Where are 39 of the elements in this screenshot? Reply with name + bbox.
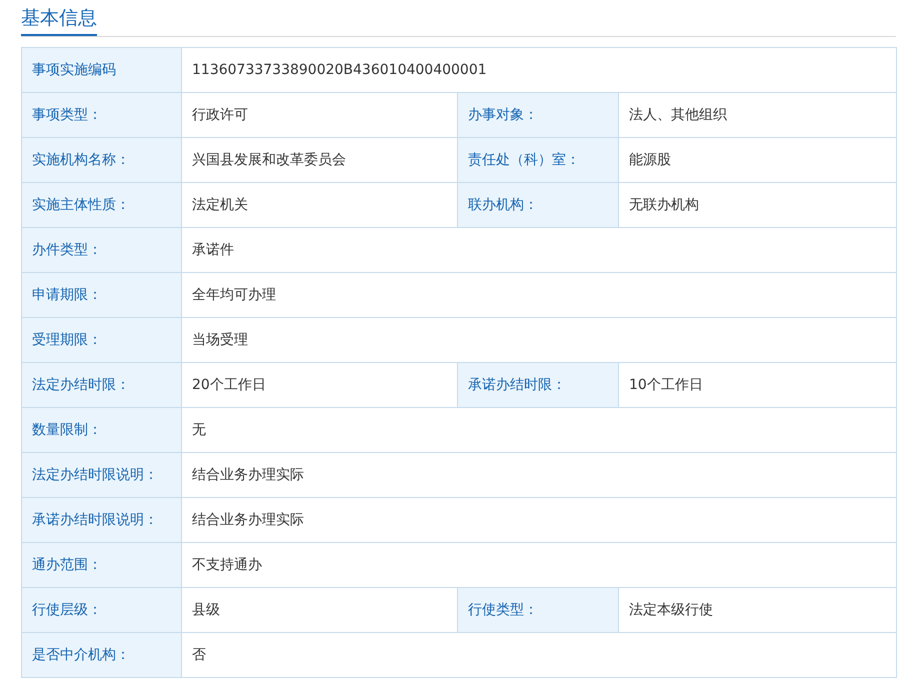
field-value: 兴国县发展和改革委员会 [192, 152, 346, 168]
field-value: 否 [192, 647, 206, 663]
field-label: 办件类型： [32, 242, 102, 258]
field-value: 无联办机构 [629, 197, 699, 213]
field-value: 能源股 [629, 152, 671, 168]
field-value: 11360733733890020B436010400400001 [192, 62, 487, 78]
field-label: 是否中介机构： [32, 647, 130, 663]
field-label: 行使类型： [468, 602, 538, 618]
field-value: 不支持通办 [192, 557, 262, 573]
field-label: 受理期限： [32, 332, 102, 348]
field-label: 法定办结时限： [32, 377, 130, 393]
field-value: 承诺件 [192, 242, 234, 258]
field-value: 行政许可 [192, 107, 248, 123]
field-label: 事项实施编码 [32, 62, 116, 78]
field-label: 实施主体性质： [32, 197, 130, 213]
field-value: 10个工作日 [629, 377, 703, 393]
field-value: 法定本级行使 [629, 602, 713, 618]
field-value: 20个工作日 [192, 377, 266, 393]
section-title: 基本信息 [21, 4, 97, 36]
field-value: 当场受理 [192, 332, 248, 348]
field-label: 实施机构名称： [32, 152, 130, 168]
field-value: 无 [192, 422, 206, 438]
field-label: 行使层级： [32, 602, 102, 618]
field-label: 事项类型： [32, 107, 102, 123]
field-value: 法定机关 [192, 197, 248, 213]
field-label: 责任处（科）室： [468, 152, 580, 168]
field-label: 申请期限： [32, 287, 102, 303]
field-value: 结合业务办理实际 [192, 467, 304, 483]
field-value: 全年均可办理 [192, 287, 276, 303]
field-value: 结合业务办理实际 [192, 512, 304, 528]
field-label: 法定办结时限说明： [32, 467, 158, 483]
field-label: 联办机构： [468, 197, 538, 213]
field-label: 数量限制： [32, 422, 102, 438]
field-value: 县级 [192, 602, 220, 618]
field-value: 法人、其他组织 [629, 107, 727, 123]
field-label: 通办范围： [32, 557, 102, 573]
field-label: 办事对象： [468, 107, 538, 123]
field-label: 承诺办结时限说明： [32, 512, 158, 528]
field-label: 承诺办结时限： [468, 377, 566, 393]
